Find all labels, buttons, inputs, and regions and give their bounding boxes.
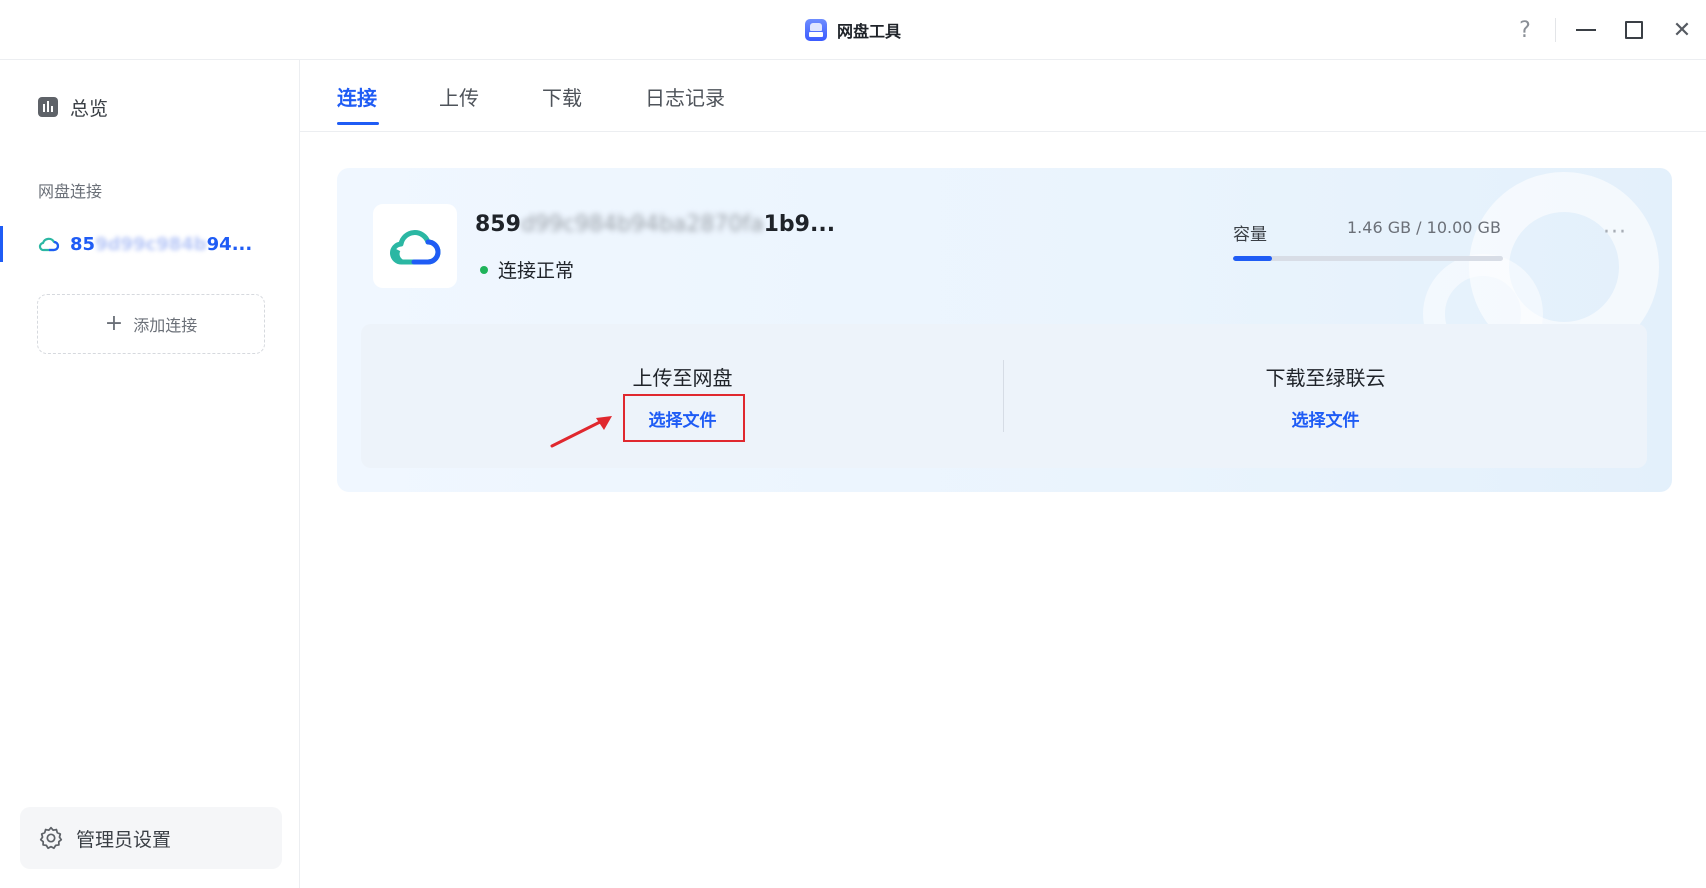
more-options-icon[interactable]: ··· bbox=[1603, 220, 1627, 245]
drive-tool-icon bbox=[804, 19, 827, 41]
cloud-icon bbox=[38, 237, 60, 252]
annotation-arrow-icon bbox=[550, 416, 612, 448]
add-connection-label: 添加连接 bbox=[133, 316, 198, 335]
upload-title: 上传至网盘 bbox=[632, 366, 733, 390]
close-icon: ✕ bbox=[1672, 17, 1692, 43]
connection-card: 859d99c984b94ba2870fa1b9... 连接正常 容量 1.46… bbox=[337, 168, 1672, 492]
download-panel: 下载至绿联云 选择文件 bbox=[1004, 324, 1647, 468]
capacity-value: 1.46 GB / 10.00 GB bbox=[1347, 218, 1501, 237]
tab-connection[interactable]: 连接 bbox=[337, 82, 377, 111]
connection-status: 连接正常 bbox=[480, 256, 574, 283]
sidebar-item-overview[interactable]: 总览 bbox=[38, 90, 108, 124]
section-label-connections: 网盘连接 bbox=[38, 182, 103, 201]
help-icon: ? bbox=[1519, 17, 1531, 43]
sidebar: 总览 网盘连接 859d99c984b94... + 添加连接 管理员设置 bbox=[0, 60, 300, 888]
upload-panel: 上传至网盘 选择文件 bbox=[361, 324, 1004, 468]
connection-name: 859d99c984b94ba2870fa1b9... bbox=[475, 212, 836, 237]
sidebar-item-connection[interactable]: 859d99c984b94... bbox=[0, 220, 299, 268]
window-title-text: 网盘工具 bbox=[836, 22, 901, 41]
annotation-highlight-box bbox=[623, 394, 745, 442]
download-select-file-button[interactable]: 选择文件 bbox=[1004, 406, 1647, 431]
title-bar: 网盘工具 ? ✕ bbox=[0, 0, 1706, 60]
download-title: 下载至绿联云 bbox=[1265, 366, 1386, 390]
window-controls: ? ✕ bbox=[1501, 0, 1706, 60]
admin-settings-button[interactable]: 管理员设置 bbox=[20, 807, 282, 869]
cloud-icon bbox=[390, 230, 441, 265]
tab-bar: 连接 上传 下载 日志记录 bbox=[300, 60, 1706, 132]
capacity-bar-fill bbox=[1233, 256, 1273, 261]
minimize-icon bbox=[1576, 29, 1596, 31]
add-connection-button[interactable]: + 添加连接 bbox=[37, 294, 265, 354]
plus-icon: + bbox=[104, 311, 124, 336]
sidebar-item-label: 总览 bbox=[70, 97, 109, 120]
active-indicator bbox=[0, 226, 3, 262]
help-button[interactable]: ? bbox=[1501, 0, 1549, 60]
window-controls-divider bbox=[1555, 18, 1556, 42]
minimize-button[interactable] bbox=[1562, 0, 1610, 60]
maximize-button[interactable] bbox=[1610, 0, 1658, 60]
gear-icon bbox=[39, 826, 63, 850]
capacity-bar bbox=[1233, 256, 1503, 261]
capacity-label: 容量 bbox=[1233, 225, 1267, 245]
active-tab-underline bbox=[337, 122, 379, 125]
tab-logs[interactable]: 日志记录 bbox=[645, 82, 725, 111]
maximize-icon bbox=[1625, 21, 1643, 39]
tab-download[interactable]: 下载 bbox=[542, 82, 582, 111]
status-dot bbox=[480, 265, 488, 274]
sidebar-item-label: 859d99c984b94... bbox=[70, 233, 253, 255]
tab-upload[interactable]: 上传 bbox=[439, 82, 479, 111]
admin-settings-label: 管理员设置 bbox=[76, 828, 172, 851]
cloud-logo bbox=[373, 204, 457, 288]
status-text: 连接正常 bbox=[498, 260, 575, 282]
window-title: 网盘工具 bbox=[0, 0, 1706, 60]
bar-chart-icon bbox=[38, 97, 58, 117]
close-button[interactable]: ✕ bbox=[1658, 0, 1706, 60]
